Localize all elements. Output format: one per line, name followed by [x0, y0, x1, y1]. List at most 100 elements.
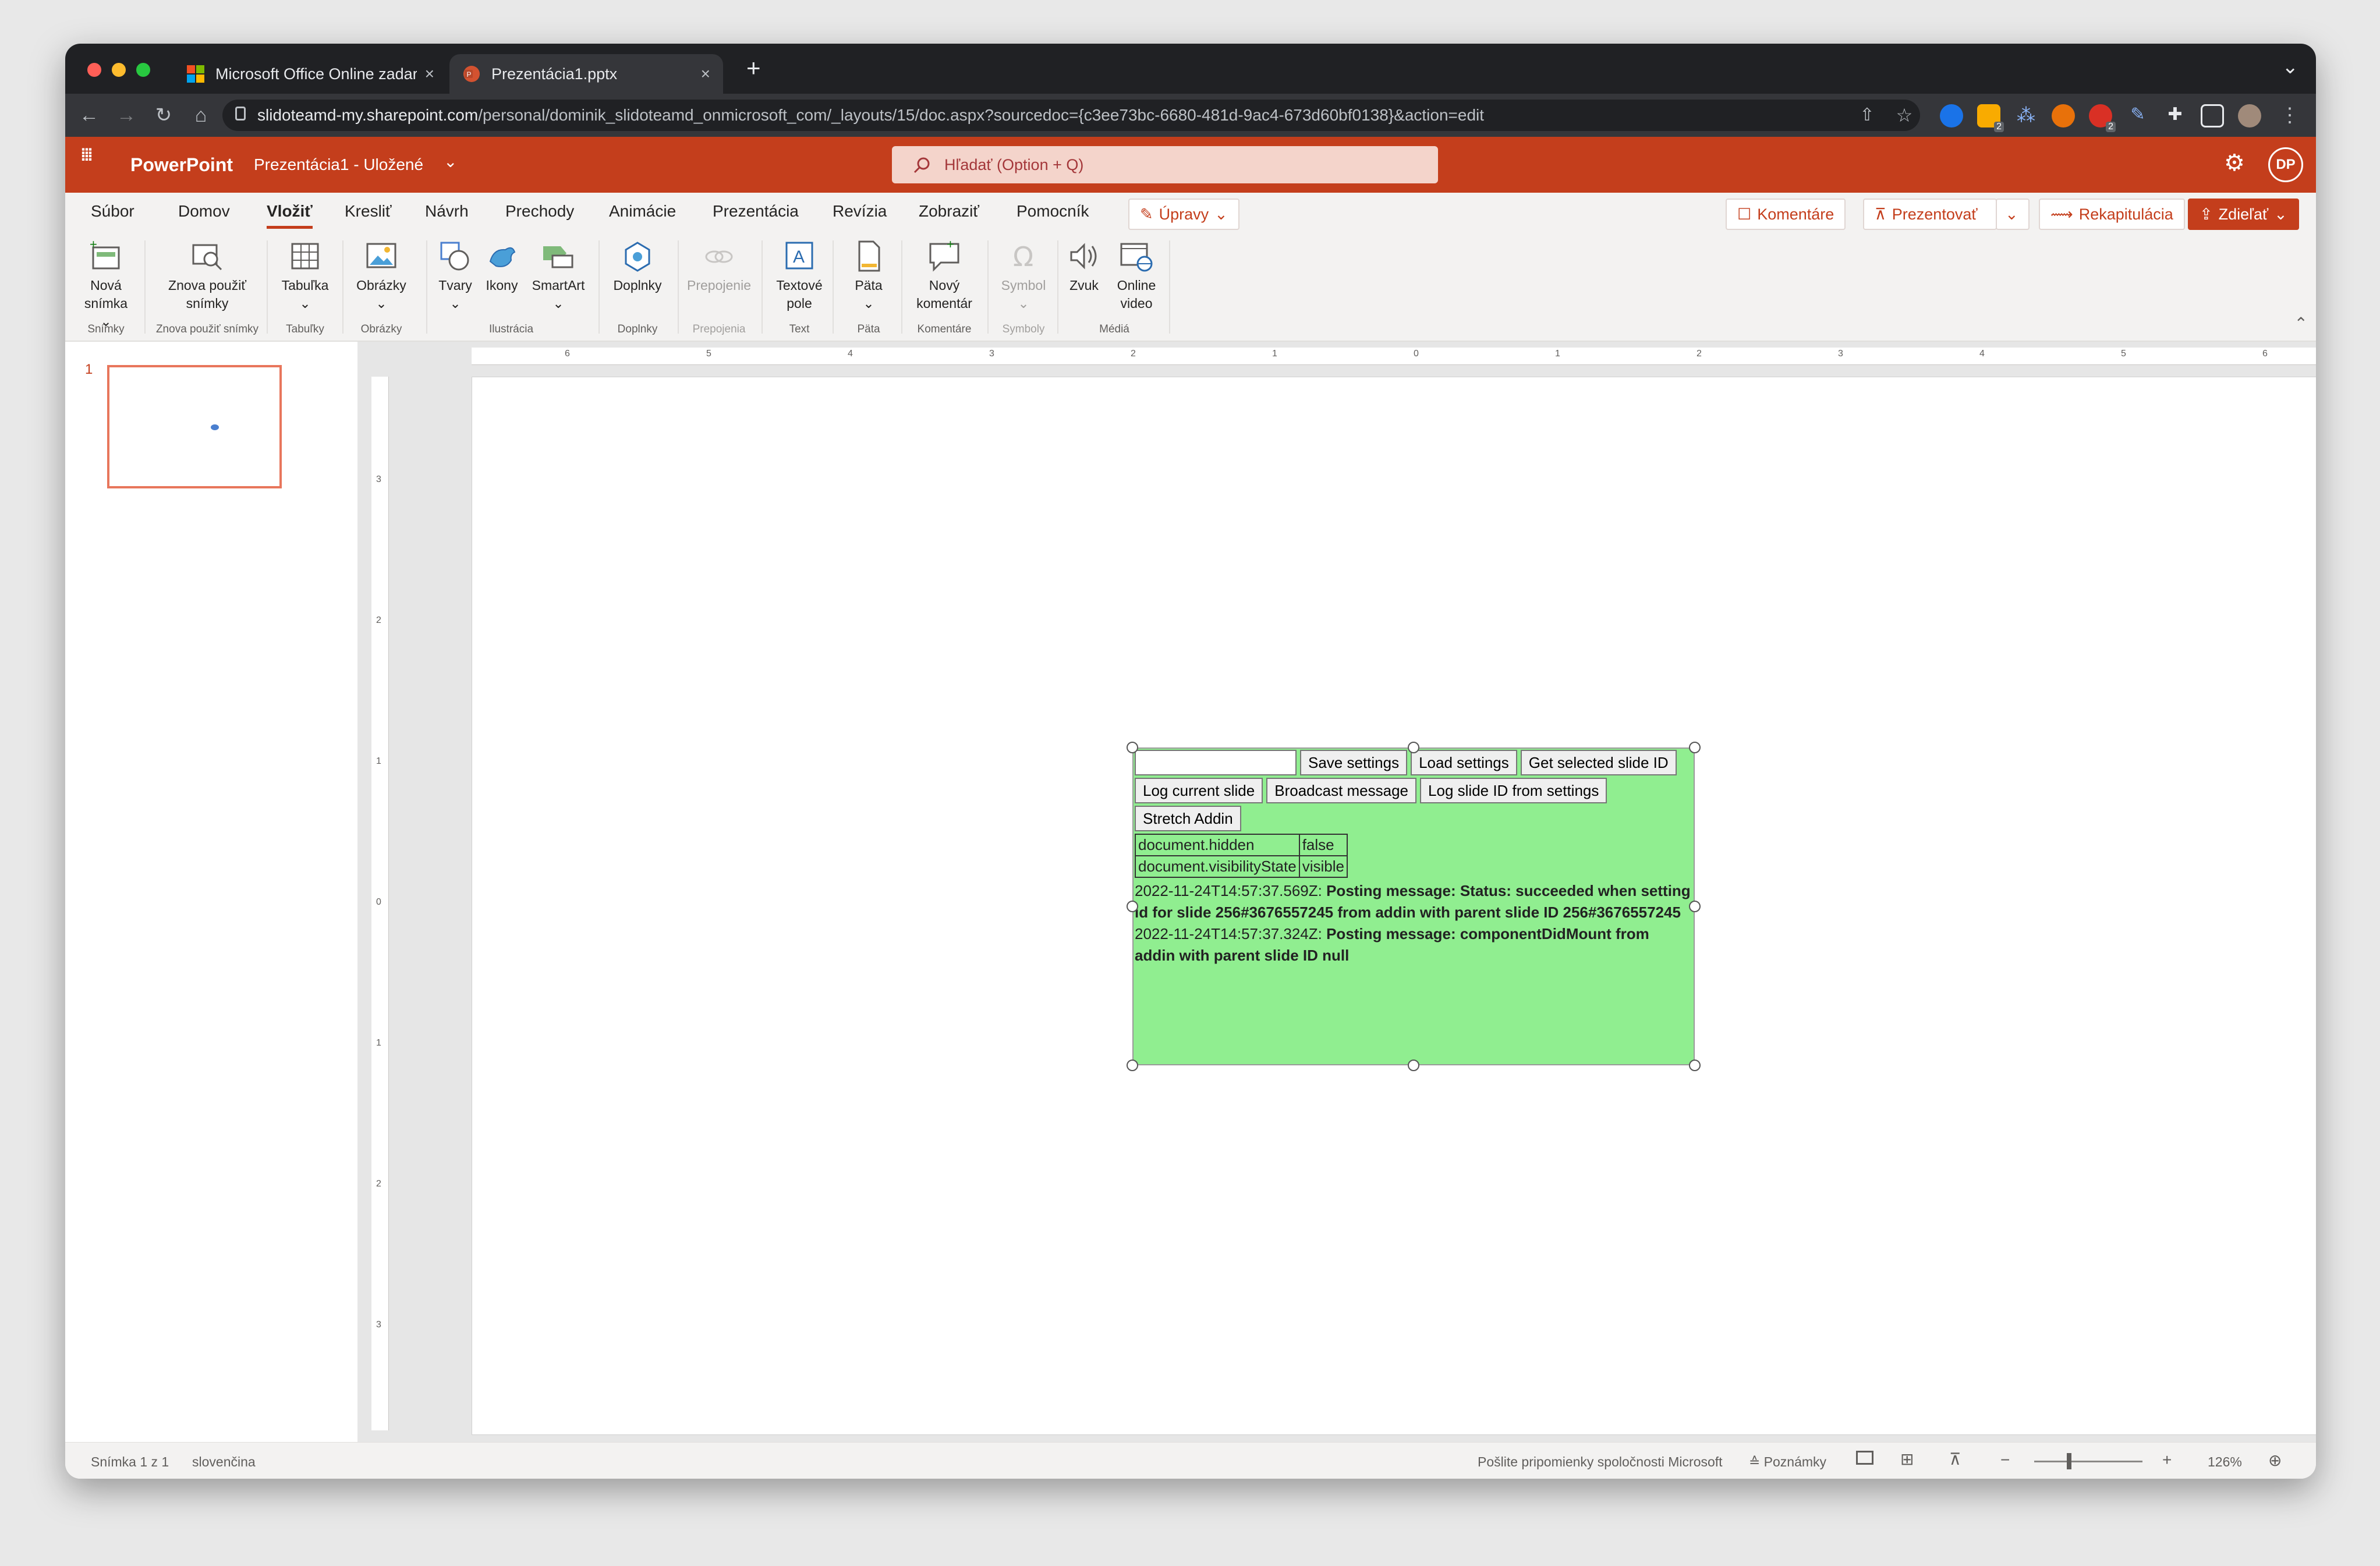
browser-tab-pptx[interactable]: P Prezentácia1.pptx ×	[449, 54, 723, 94]
extension-yellow-icon[interactable]: 2	[1977, 104, 2004, 132]
addin-content-frame[interactable]: Save settings Load settings Get selected…	[1132, 747, 1695, 1065]
recap-button[interactable]: ⟿ Rekapitulácia	[2039, 199, 2185, 230]
tab-animations[interactable]: Animácie	[609, 202, 676, 221]
pictures-button[interactable]: Obrázky ⌄	[349, 239, 413, 313]
insert-ribbon: + Nová snímka ⌄ Znova použiť snímky Tabu…	[65, 232, 2316, 342]
app-launcher-icon[interactable]: ⁞⁞⁞	[80, 147, 104, 164]
search-box[interactable]: Hľadať (Option + Q)	[892, 146, 1438, 183]
new-comment-button[interactable]: + Nový komentár	[904, 239, 985, 313]
resize-handle-w[interactable]	[1127, 901, 1138, 912]
resize-handle-sw[interactable]	[1127, 1060, 1138, 1071]
extension-blue-icon[interactable]	[1940, 104, 1963, 127]
add-ins-button[interactable]: Doplnky	[605, 239, 670, 295]
get-selected-slide-id-button[interactable]: Get selected slide ID	[1520, 750, 1677, 775]
resize-handle-se[interactable]	[1689, 1060, 1701, 1071]
extension-link-icon[interactable]: ⁂	[2014, 104, 2038, 127]
broadcast-message-button[interactable]: Broadcast message	[1266, 778, 1417, 803]
setting-input[interactable]	[1135, 750, 1297, 775]
log-slide-id-button[interactable]: Log slide ID from settings	[1420, 778, 1607, 803]
collapse-ribbon-icon[interactable]: ⌃	[2294, 314, 2308, 333]
load-settings-button[interactable]: Load settings	[1411, 750, 1517, 775]
editing-mode-button[interactable]: ✎ Úpravy ⌄	[1128, 199, 1239, 230]
extensions-puzzle-icon[interactable]: ✚	[2163, 104, 2187, 127]
tab-close-icon[interactable]: ×	[701, 65, 710, 83]
chevron-down-icon: ⌄	[2005, 205, 2018, 223]
zoom-level[interactable]: 126%	[2208, 1454, 2242, 1470]
app-name[interactable]: PowerPoint	[130, 154, 233, 176]
side-panel-icon[interactable]	[2201, 104, 2224, 127]
address-bar[interactable]: slidoteamd-my.sharepoint.com/personal/do…	[222, 100, 1920, 131]
notes-button[interactable]: ≙ Poznámky	[1749, 1454, 1826, 1470]
button-label: SmartArt	[532, 278, 585, 293]
table-button[interactable]: Tabuľka ⌄	[277, 239, 333, 313]
shapes-button[interactable]: Tvary ⌄	[432, 239, 479, 313]
present-button[interactable]: ⊼ Prezentovať	[1863, 199, 1997, 230]
share-button[interactable]: ⇪ Zdieľať ⌄	[2188, 199, 2299, 230]
language-indicator[interactable]: slovenčina	[192, 1454, 256, 1470]
slide-canvas[interactable]: Save settings Load settings Get selected…	[472, 377, 2316, 1435]
resize-handle-ne[interactable]	[1689, 742, 1701, 753]
new-tab-button[interactable]: +	[746, 54, 761, 82]
extension-orange-icon[interactable]	[2052, 104, 2075, 127]
stretch-addin-button[interactable]: Stretch Addin	[1135, 806, 1241, 831]
smartart-button[interactable]: SmartArt ⌄	[526, 239, 590, 313]
settings-gear-icon[interactable]: ⚙	[2224, 150, 2245, 176]
text-box-button[interactable]: A Textové pole	[766, 239, 833, 313]
resize-handle-e[interactable]	[1689, 901, 1701, 912]
share-page-icon[interactable]: ⇧	[1854, 102, 1880, 129]
tab-insert[interactable]: Vložiť	[267, 202, 313, 229]
tab-close-icon[interactable]: ×	[425, 65, 434, 83]
zoom-out-button[interactable]: −	[2000, 1451, 2010, 1469]
minimize-window-button[interactable]	[112, 63, 126, 77]
forward-icon[interactable]: →	[113, 102, 140, 129]
browser-menu-icon[interactable]: ⋮	[2276, 102, 2303, 129]
slide-sorter-icon[interactable]: ⊞	[1900, 1450, 1914, 1469]
zoom-slider-thumb[interactable]	[2067, 1453, 2071, 1469]
footer-button[interactable]: Päta ⌄	[840, 239, 898, 313]
home-icon[interactable]: ⌂	[187, 102, 214, 129]
user-avatar[interactable]: DP	[2268, 147, 2303, 182]
tab-transitions[interactable]: Prechody	[505, 202, 574, 221]
audio-button[interactable]: Zvuk	[1063, 239, 1105, 295]
tab-help[interactable]: Pomocník	[1017, 202, 1089, 221]
document-title[interactable]: Prezentácia1 - Uložené	[254, 155, 423, 174]
comments-button[interactable]: ☐ Komentáre	[1726, 199, 1846, 230]
tab-file[interactable]: Súbor	[91, 202, 134, 221]
zoom-slider[interactable]	[2034, 1461, 2142, 1462]
tab-draw[interactable]: Kresliť	[345, 202, 392, 221]
save-settings-button[interactable]: Save settings	[1300, 750, 1408, 775]
adblock-icon[interactable]: 2	[2089, 104, 2116, 132]
symbol-button[interactable]: Ω Symbol ⌄	[994, 239, 1053, 313]
resize-handle-nw[interactable]	[1127, 742, 1138, 753]
tab-slideshow[interactable]: Prezentácia	[713, 202, 799, 221]
fit-to-window-icon[interactable]: ⊕	[2268, 1451, 2282, 1470]
bookmark-star-icon[interactable]: ☆	[1891, 102, 1918, 129]
tab-review[interactable]: Revízia	[833, 202, 887, 221]
slide-thumbnail[interactable]	[107, 365, 282, 488]
resize-handle-s[interactable]	[1408, 1060, 1419, 1071]
extension-pen-icon[interactable]: ✎	[2126, 104, 2149, 127]
feedback-link[interactable]: Pošlite pripomienky spoločnosti Microsof…	[1478, 1454, 1723, 1470]
tab-view[interactable]: Zobraziť	[919, 202, 979, 221]
reuse-slides-button[interactable]: Znova použiť snímky	[160, 239, 255, 313]
normal-view-icon[interactable]	[1856, 1451, 1873, 1465]
reading-view-icon[interactable]: ⊼	[1949, 1450, 1961, 1469]
profile-avatar[interactable]	[2238, 104, 2261, 127]
close-window-button[interactable]	[87, 63, 101, 77]
present-options-button[interactable]: ⌄	[1996, 199, 2030, 230]
back-icon[interactable]: ←	[76, 102, 102, 129]
link-button[interactable]: Prepojenie	[681, 239, 757, 295]
log-current-slide-button[interactable]: Log current slide	[1135, 778, 1263, 803]
resize-handle-n[interactable]	[1408, 742, 1419, 753]
icons-button[interactable]: Ikony	[480, 239, 524, 295]
title-chevron-icon[interactable]: ⌄	[444, 152, 457, 171]
zoom-in-button[interactable]: +	[2162, 1451, 2172, 1469]
reload-icon[interactable]: ↻	[150, 102, 177, 129]
tab-search-icon[interactable]: ⌄	[2282, 55, 2299, 79]
online-video-button[interactable]: Online video	[1107, 239, 1166, 313]
tab-design[interactable]: Návrh	[425, 202, 469, 221]
new-slide-button[interactable]: + Nová snímka ⌄	[78, 239, 134, 331]
browser-tab-office[interactable]: Microsoft Office Online zadarm ×	[173, 54, 447, 94]
maximize-window-button[interactable]	[136, 63, 150, 77]
tab-home[interactable]: Domov	[178, 202, 230, 221]
